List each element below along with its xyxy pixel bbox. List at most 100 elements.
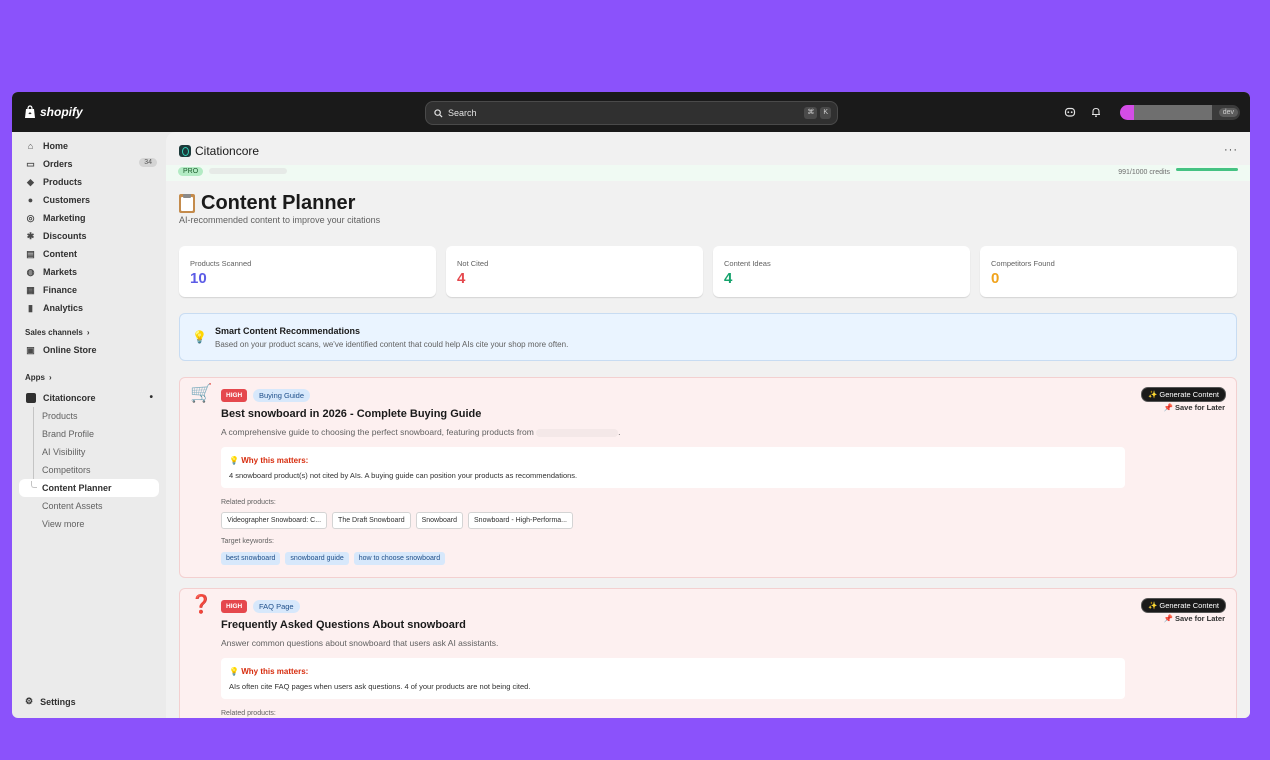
generate-content-button[interactable]: ✨ Generate Content — [1140, 387, 1226, 402]
lightbulb-icon: 💡 — [192, 330, 207, 344]
sidebar-item-citationcore[interactable]: Citationcore • — [19, 389, 159, 407]
account-menu[interactable]: dev — [1120, 105, 1240, 120]
stats-row: Products Scanned 10 Not Cited 4 Content … — [179, 246, 1237, 297]
plan-banner: PRO 991/1000 credits — [166, 165, 1250, 181]
app-header: Citationcore ··· — [166, 132, 1250, 167]
chevron-right-icon: › — [49, 372, 52, 382]
sidebar-item-products[interactable]: ◆ Products — [19, 173, 159, 191]
why-this-matters: 💡 Why this matters: 4 snowboard product(… — [221, 447, 1125, 488]
shopify-logo[interactable]: shopify — [24, 105, 83, 119]
stat-value: 4 — [724, 270, 733, 287]
page-title-text: Content Planner — [201, 192, 356, 214]
sidebar-sub-brand-profile[interactable]: Brand Profile — [12, 425, 166, 443]
plan-badge: PRO — [178, 167, 204, 176]
page-title: Content Planner — [179, 192, 355, 215]
save-for-later-button[interactable]: 📌 Save for Later — [1164, 614, 1225, 623]
content-idea-card: ❓ HIGH FAQ Page Frequently Asked Questio… — [179, 588, 1237, 718]
target-icon: ◎ — [26, 212, 35, 223]
tree-line — [33, 443, 34, 461]
tag-icon: ◆ — [27, 176, 34, 187]
tree-line — [33, 461, 34, 479]
app-title-text: Citationcore — [195, 144, 260, 158]
sidebar-item-label: Home — [43, 141, 69, 151]
stat-value: 0 — [991, 270, 1000, 287]
sidebar-item-online-store[interactable]: ▣ Online Store — [19, 341, 159, 359]
sidebar-item-label: Online Store — [43, 345, 97, 355]
priority-badge: HIGH — [221, 389, 248, 402]
content-idea-card: 🛒 HIGH Buying Guide Best snowboard in 20… — [179, 377, 1237, 578]
sidebar-sub-view-more[interactable]: View more — [12, 515, 166, 533]
related-products-label: Related products: — [221, 499, 276, 506]
sidebar-item-analytics[interactable]: ▮ Analytics — [19, 299, 159, 317]
sidebar-item-label: Orders — [43, 159, 73, 169]
sidebar-item-content[interactable]: ▤ Content — [19, 245, 159, 263]
stat-competitors-found: Competitors Found 0 — [980, 246, 1237, 297]
k-key: K — [820, 107, 831, 119]
why-text: AIs often cite FAQ pages when users ask … — [229, 682, 531, 691]
why-text: 4 snowboard product(s) not cited by AIs.… — [229, 471, 578, 480]
related-product-chip[interactable]: Snowboard - High-Performa... — [468, 512, 573, 529]
apps-list: Citationcore • — [12, 386, 166, 407]
notification-bell-icon[interactable] — [1090, 106, 1102, 118]
sidebar-item-settings[interactable]: ⚙ Settings — [25, 696, 76, 707]
related-product-chip[interactable]: The Draft Snowboard — [332, 512, 411, 529]
sidebar: ⌂ Home ▭ Orders 34 ◆ Products ● Customers ◎ Ma… — [12, 132, 166, 718]
sales-channels-heading[interactable]: Sales channels › — [12, 323, 166, 341]
save-for-later-button[interactable]: 📌 Save for Later — [1164, 403, 1225, 412]
sidebar-item-markets[interactable]: ◍ Markets — [19, 263, 159, 281]
shopping-cart-icon: 🛒 — [190, 383, 213, 403]
sidebar-item-label: Products — [43, 177, 83, 187]
sidebar-item-label: Markets — [43, 267, 78, 277]
shopify-bag-icon — [25, 105, 35, 118]
card-title: Frequently Asked Questions About snowboa… — [221, 619, 466, 631]
sidebar-item-finance[interactable]: ▦ Finance — [19, 281, 159, 299]
keyword-tag: snowboard guide — [285, 552, 349, 565]
search-input[interactable]: Search ⌘ K — [425, 101, 838, 125]
stat-label: Content Ideas — [724, 259, 771, 268]
citationcore-app-icon — [25, 393, 36, 404]
sidebar-sub-products[interactable]: Products — [12, 407, 166, 425]
banner-title: Smart Content Recommendations — [215, 326, 361, 336]
target-keywords-label: Target keywords: — [221, 538, 274, 545]
sidebar-item-discounts[interactable]: ✱ Discounts — [19, 227, 159, 245]
globe-icon: ◍ — [26, 266, 35, 277]
sidebar-sub-competitors[interactable]: Competitors — [12, 461, 166, 479]
tree-line — [33, 425, 34, 443]
generate-content-button[interactable]: ✨ Generate Content — [1140, 598, 1226, 613]
related-product-chip[interactable]: Videographer Snowboard: C... — [221, 512, 328, 529]
keyword-tag: how to choose snowboard — [353, 552, 446, 565]
person-icon: ● — [27, 195, 34, 205]
sidebar-sub-content-planner[interactable]: Content Planner — [19, 479, 159, 497]
sidebar-item-orders[interactable]: ▭ Orders 34 — [19, 155, 159, 173]
command-key: ⌘ — [804, 107, 818, 119]
sidebar-sub-content-assets[interactable]: Content Assets — [12, 497, 166, 515]
sidebar-sub-ai-visibility[interactable]: AI Visibility — [12, 443, 166, 461]
apps-heading[interactable]: Apps › — [12, 368, 166, 386]
related-product-chip[interactable]: Snowboard — [415, 512, 464, 529]
credits-text: 991/1000 credits — [1118, 169, 1170, 176]
sidebar-item-marketing[interactable]: ◎ Marketing — [19, 209, 159, 227]
sidebar-item-label: Finance — [43, 285, 78, 295]
related-products-label: Related products: — [221, 710, 276, 717]
redacted-shop-name — [536, 428, 619, 437]
app-sub-nav: Products Brand Profile AI Visibility Com… — [12, 407, 166, 533]
shopify-admin-window: shopify Search ⌘ K dev ⌂ Home ▭ Orders 3… — [12, 92, 1250, 718]
orders-count-badge: 34 — [139, 158, 157, 167]
pin-icon[interactable]: • — [149, 392, 153, 403]
keyword-tag: best snowboard — [221, 552, 281, 565]
sidebar-item-home[interactable]: ⌂ Home — [19, 137, 159, 155]
tree-branch — [31, 481, 37, 488]
sidekick-icon[interactable] — [1064, 106, 1076, 118]
sidebar-item-label: Content — [43, 249, 77, 259]
discount-icon: ✱ — [26, 230, 35, 241]
priority-badge: HIGH — [221, 600, 248, 613]
stat-label: Not Cited — [457, 259, 489, 268]
lightbulb-icon: 💡 — [229, 667, 239, 676]
card-description: Answer common questions about snowboard … — [221, 638, 499, 648]
card-description: A comprehensive guide to choosing the pe… — [221, 427, 621, 437]
more-actions-icon[interactable]: ··· — [1224, 144, 1238, 156]
clipboard-icon — [179, 194, 195, 213]
sidebar-item-customers[interactable]: ● Customers — [19, 191, 159, 209]
bar-chart-icon: ▮ — [28, 302, 33, 313]
redacted-shop-name — [209, 168, 287, 174]
